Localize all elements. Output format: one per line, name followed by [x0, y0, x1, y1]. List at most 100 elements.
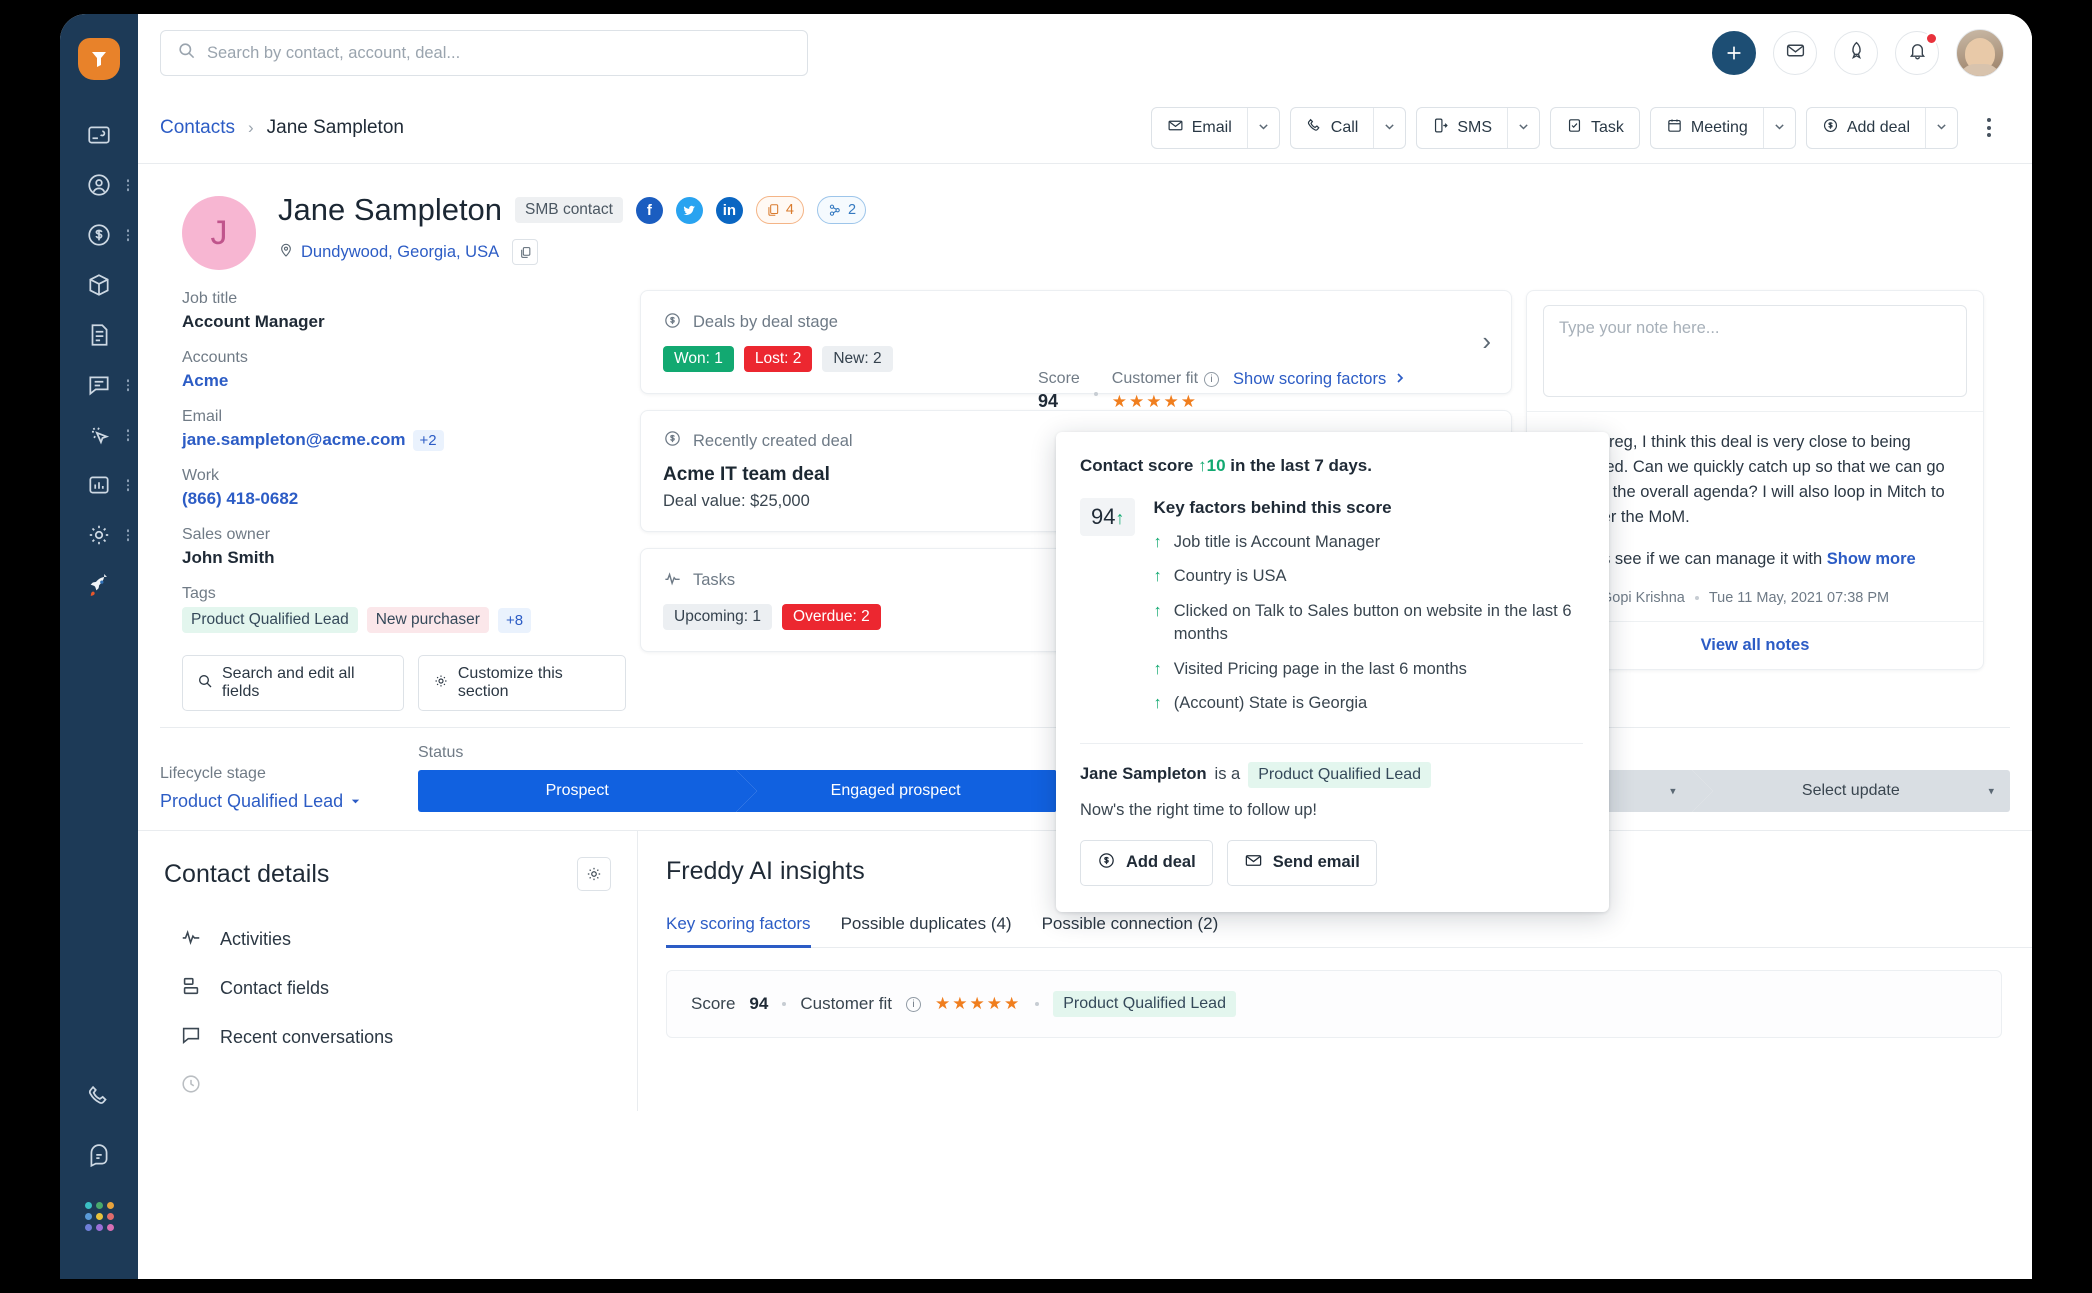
duplicates-badge[interactable]: 4: [755, 196, 804, 224]
nav-phone[interactable]: [60, 1073, 138, 1119]
contact-details-settings-button[interactable]: [577, 857, 611, 891]
details-item-partial[interactable]: [164, 1062, 611, 1111]
task-badge[interactable]: Overdue: 2: [782, 603, 881, 630]
nav-conversations[interactable]: [60, 362, 138, 408]
pipeline-stage-prospect[interactable]: Prospect: [418, 770, 758, 812]
nav-reports-more[interactable]: [126, 479, 129, 491]
task-button[interactable]: Task: [1551, 108, 1639, 148]
field-label: Sales owner: [182, 526, 271, 543]
pipeline-stage-engaged-prospect[interactable]: Engaged prospect: [736, 770, 1077, 812]
contact-location[interactable]: Dundywood, Georgia, USA: [301, 243, 499, 262]
popover-score-arrow: ↑: [1115, 508, 1125, 528]
nav-settings-more[interactable]: [126, 529, 129, 541]
nav-conversations-more[interactable]: [126, 379, 129, 391]
key-factor-item: ↑ Visited Pricing page in the last 6 mont…: [1153, 658, 1583, 681]
quick-add-button[interactable]: [1712, 31, 1756, 75]
meeting-dropdown-toggle[interactable]: [1762, 107, 1795, 148]
sms-button[interactable]: SMS: [1417, 108, 1507, 148]
field-value[interactable]: Acme: [182, 371, 626, 391]
meta-separator: [1694, 595, 1699, 600]
mail-button[interactable]: [1773, 31, 1817, 75]
bell-icon: [1907, 40, 1928, 66]
nav-reports[interactable]: [60, 462, 138, 508]
more-actions-button[interactable]: [1974, 118, 2004, 137]
nav-campaigns-more[interactable]: [126, 429, 129, 441]
chevron-right-icon[interactable]: ›: [1468, 326, 1491, 357]
tag-chip[interactable]: Product Qualified Lead: [182, 607, 358, 633]
nav-app-switcher[interactable]: [60, 1193, 138, 1239]
envelope-icon: [1785, 40, 1806, 66]
nav-settings[interactable]: [60, 512, 138, 558]
search-input-placeholder[interactable]: Search by contact, account, deal...: [207, 44, 460, 63]
nav-deals[interactable]: [60, 212, 138, 258]
deal-stage-badge[interactable]: Won: 1: [663, 345, 734, 372]
nav-deals-more[interactable]: [126, 229, 129, 241]
note-input[interactable]: Type your note here...: [1543, 305, 1967, 397]
field-value[interactable]: (866) 418-0682: [182, 489, 626, 509]
facebook-icon[interactable]: f: [635, 196, 663, 224]
details-item-recent-conversations[interactable]: Recent conversations: [164, 1013, 611, 1062]
nav-contacts[interactable]: [60, 162, 138, 208]
pipeline-stage-select-update[interactable]: Select update ▾: [1691, 770, 2011, 812]
notifications-button[interactable]: [1895, 31, 1939, 75]
copy-location-button[interactable]: [512, 239, 539, 265]
call-dropdown-toggle[interactable]: [1373, 107, 1405, 148]
search-icon: [177, 41, 196, 65]
chevron-down-icon[interactable]: ▾: [1670, 785, 1676, 798]
global-search[interactable]: Search by contact, account, deal...: [160, 30, 808, 76]
user-avatar[interactable]: [1956, 29, 2004, 77]
add-deal-button[interactable]: Add deal: [1807, 108, 1925, 148]
details-item-activities[interactable]: Activities: [164, 915, 611, 964]
sms-dropdown-toggle[interactable]: [1507, 107, 1539, 148]
key-factor-item: ↑ (Account) State is Georgia: [1153, 692, 1583, 715]
nav-campaigns[interactable]: [60, 412, 138, 458]
add-deal-dropdown-toggle[interactable]: [1925, 107, 1957, 148]
email-dropdown-toggle[interactable]: [1246, 107, 1279, 148]
nav-products[interactable]: [60, 262, 138, 308]
tags-more-count[interactable]: +8: [497, 607, 532, 633]
nav-documents[interactable]: [60, 312, 138, 358]
chevron-down-icon[interactable]: ▾: [1989, 785, 1995, 798]
customize-section-button[interactable]: Customize this section: [417, 655, 626, 711]
deal-stage-badge[interactable]: New: 2: [822, 345, 893, 372]
field-value[interactable]: jane.sampleton@acme.com: [182, 430, 406, 449]
tab-key-scoring-factors[interactable]: Key scoring factors: [666, 914, 811, 948]
info-icon[interactable]: i: [1204, 371, 1220, 387]
lifecycle-stage-select[interactable]: Product Qualified Lead: [160, 791, 418, 812]
top-bar-actions: [1712, 29, 2004, 77]
call-button[interactable]: Call: [1291, 108, 1374, 148]
email-button[interactable]: Email: [1152, 108, 1247, 148]
tag-chip[interactable]: New purchaser: [366, 607, 489, 633]
nav-contacts-more[interactable]: [126, 179, 129, 191]
nav-chat-support[interactable]: [60, 1133, 138, 1179]
nav-dashboard[interactable]: [60, 112, 138, 158]
score-label: Score: [1038, 370, 1080, 387]
notification-badge: [1925, 32, 1938, 45]
linkedin-icon[interactable]: in: [715, 196, 743, 224]
popover-send-email-button[interactable]: Send email: [1226, 839, 1377, 886]
app-logo[interactable]: [78, 38, 120, 80]
whats-new-button[interactable]: [1834, 31, 1878, 75]
record-actions: Email Call SMS Task Meeting Add deal: [1150, 106, 2004, 149]
nav-whats-new[interactable]: [60, 562, 138, 608]
tab-possible-duplicates[interactable]: Possible duplicates (4): [841, 914, 1012, 947]
deal-stage-badge[interactable]: Lost: 2: [743, 345, 813, 372]
email-more-count[interactable]: +2: [412, 430, 444, 451]
connections-badge[interactable]: 2: [817, 196, 867, 224]
task-badge[interactable]: Upcoming: 1: [663, 603, 773, 630]
tab-possible-connection[interactable]: Possible connection (2): [1042, 914, 1219, 947]
details-item-contact-fields[interactable]: Contact fields: [164, 964, 611, 1013]
show-scoring-factors-link[interactable]: Show scoring factors: [1233, 370, 1406, 389]
meeting-button[interactable]: Meeting: [1651, 108, 1763, 148]
phone-icon: [1306, 117, 1323, 139]
breadcrumb-contacts[interactable]: Contacts: [160, 117, 235, 139]
info-icon[interactable]: i: [905, 996, 921, 1012]
search-all-fields-button[interactable]: Search and edit all fields: [182, 655, 404, 711]
popover-add-deal-button[interactable]: Add deal: [1080, 839, 1213, 886]
activity-icon: [663, 569, 682, 593]
activity-icon: [180, 926, 202, 953]
chat-support-icon: [86, 1143, 112, 1169]
show-more-link[interactable]: Show more: [1827, 550, 1916, 568]
twitter-icon[interactable]: [675, 196, 703, 224]
field-work-phone: Work (866) 418-0682: [182, 467, 626, 509]
